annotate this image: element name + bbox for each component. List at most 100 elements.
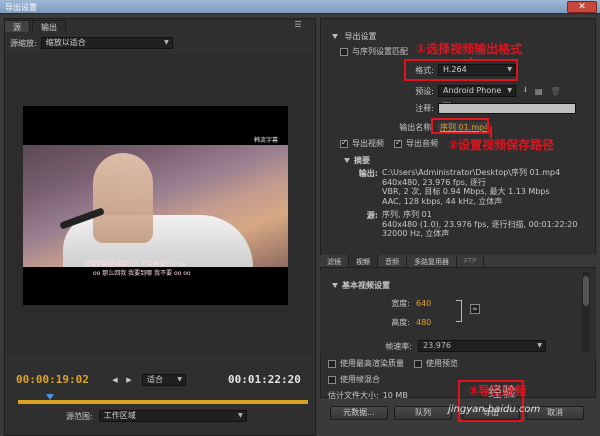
summary-output-line: VBR, 2 次, 目标 0.94 Mbps, 最大 1.13 Mbps (382, 187, 550, 196)
frame-blend-row[interactable]: 使用帧混合 (328, 374, 380, 385)
subtitle-line-1: 我要到哪里得到什么 不会再谈千了 oo (85, 261, 187, 268)
chevron-down-icon: ▼ (177, 376, 182, 383)
file-size-value: 10 MB (382, 391, 408, 400)
framerate-value: 23.976 (423, 341, 451, 350)
preset-label: 预设: (415, 86, 434, 96)
source-scale-label: 源缩放: (10, 38, 37, 48)
source-range-row: 源范围: 工作区域 ▼ (66, 410, 247, 422)
source-range-select[interactable]: 工作区域 ▼ (98, 410, 247, 422)
fit-select[interactable]: 适合 ▼ (142, 374, 186, 386)
height-row: 高度: 480 (384, 317, 431, 328)
baidu-logo: 经验 (488, 385, 516, 401)
settings-tabs: 滤镜 视频 音频 多路复用器 FTP (320, 255, 596, 268)
chevron-down-icon: ▼ (164, 39, 169, 46)
work-area-track[interactable] (18, 400, 308, 404)
tab-multiplexer[interactable]: 多路复用器 (407, 255, 457, 267)
framerate-row: 帧速率: 23.976 ▼ (374, 340, 546, 352)
scrollbar-thumb[interactable] (583, 276, 589, 306)
source-scale-row: 源缩放: 缩放以适合 ▼ (10, 37, 173, 49)
settings-scrollbar[interactable] (582, 272, 590, 352)
summary-output-line: AAC, 128 kbps, 44 kHz, 立体声 (382, 196, 503, 206)
tab-video[interactable]: 视频 (349, 255, 378, 267)
summary-output-line: 640x480, 23.976 fps, 逐行 (382, 177, 487, 187)
match-sequence-checkbox[interactable] (340, 47, 348, 56)
comment-input[interactable] (438, 103, 576, 114)
basic-video-label: 基本视频设置 (342, 281, 390, 290)
width-row: 宽度: 640 (384, 298, 431, 309)
width-label: 宽度: (391, 299, 410, 308)
timeline-controls: 00:00:19:02 ◀ ▶ 适合 ▼ 00:01:22:20 源范围: 工作… (6, 362, 312, 432)
tab-ftp[interactable]: FTP (457, 255, 485, 267)
panel-menu-icon[interactable]: ☰ (292, 20, 304, 31)
export-audio-label: 导出音频 (406, 139, 438, 148)
summary-output: C:\Users\Administrator\Desktop\序列 01.mp4… (382, 168, 560, 206)
metadata-button[interactable]: 元数据... (330, 406, 388, 420)
summary-source-line: 32000 Hz, 立体声 (382, 229, 450, 238)
chevron-down-icon: ▼ (537, 342, 542, 349)
aspect-bracket (456, 300, 462, 322)
preview-tabs: 源 输出 (4, 20, 68, 32)
summary-output-line: C:\Users\Administrator\Desktop\序列 01.mp4 (382, 168, 561, 177)
timecode-current[interactable]: 00:00:19:02 (16, 373, 89, 386)
use-preview-checkbox[interactable] (414, 359, 422, 368)
match-sequence-row[interactable]: 与序列设置匹配 (340, 46, 408, 57)
export-audio-row[interactable]: 导出音频 (394, 138, 438, 149)
subtitle-line-2: oo 那么回我 我要到哪 我不要 oo oo (93, 270, 191, 277)
link-icon[interactable]: ∞ (470, 304, 480, 314)
source-range-label: 源范围: (66, 411, 93, 421)
height-label: 高度: (391, 318, 410, 327)
frame-blend-checkbox[interactable] (328, 375, 336, 384)
format-highlight-box (404, 59, 518, 81)
max-render-row[interactable]: 使用最高渲染质量 (328, 358, 404, 369)
export-video-checkbox[interactable] (340, 138, 348, 148)
playhead-icon[interactable] (46, 394, 54, 400)
video-settings-panel: 基本视频设置 宽度: 640 高度: 480 ∞ 帧速率: 23.976 ▼ (320, 270, 596, 354)
tab-filters[interactable]: 滤镜 (320, 255, 349, 267)
import-preset-icon[interactable]: ▤ (535, 87, 543, 96)
export-audio-checkbox[interactable] (394, 138, 402, 148)
queue-button[interactable]: 队列 (394, 406, 452, 420)
basic-video-header[interactable]: 基本视频设置 (332, 280, 390, 291)
summary-source-line: 序列, 序列 01 (382, 210, 432, 219)
source-scale-value: 缩放以适合 (45, 38, 86, 47)
tab-output[interactable]: 输出 (32, 20, 66, 32)
file-size-label: 估计文件大小: (328, 391, 379, 400)
framerate-select[interactable]: 23.976 ▼ (418, 340, 546, 352)
use-preview-label: 使用预览 (426, 359, 458, 368)
annotation-step1: ①选择视频输出格式 (416, 42, 523, 56)
summary-source-line: 640x480 (1.0), 23.976 fps, 逐行扫描, 00:01:2… (382, 219, 578, 229)
match-sequence-label: 与序列设置匹配 (352, 47, 408, 56)
height-value[interactable]: 480 (416, 318, 431, 327)
mark-out-icon[interactable]: ▶ (124, 376, 134, 386)
video-frame (23, 145, 288, 267)
title-bar: 导出设置 ✕ (0, 0, 600, 14)
comment-row: 注释: (400, 103, 576, 114)
timecode-duration: 00:01:22:20 (228, 373, 301, 386)
preset-row: 预设: Android Phone ... ▼ ⭳ ▤ 🗑 (400, 84, 561, 105)
save-preset-icon[interactable]: ⭳ (524, 84, 527, 98)
summary-source-key: 源: (366, 211, 378, 220)
window-title: 导出设置 (5, 3, 37, 12)
source-scale-select[interactable]: 缩放以适合 ▼ (40, 37, 173, 49)
delete-preset-icon[interactable]: 🗑 (550, 87, 560, 96)
use-preview-row[interactable]: 使用预览 (414, 358, 458, 369)
export-settings-header[interactable]: 导出设置 (332, 31, 377, 42)
summary-source: 序列, 序列 01 640x480 (1.0), 23.976 fps, 逐行扫… (382, 210, 577, 239)
export-video-row[interactable]: 导出视频 (340, 138, 384, 149)
preset-select[interactable]: Android Phone ... ▼ (438, 85, 516, 105)
source-range-value: 工作区域 (103, 411, 136, 420)
output-name-label: 输出名称: (399, 123, 434, 132)
site-watermark: jingyan.baidu.com (448, 404, 541, 415)
tab-source[interactable]: 源 (4, 20, 30, 32)
close-icon[interactable]: ✕ (567, 1, 597, 13)
frame-blend-label: 使用帧混合 (340, 375, 380, 384)
video-watermark: 韩流字幕 (253, 137, 278, 144)
tab-audio[interactable]: 音频 (378, 255, 407, 267)
video-preview: 韩流字幕 我要到哪里得到什么 不会再谈千了 oo oo 那么回我 我要到哪 我不… (23, 106, 288, 305)
performer (93, 153, 153, 243)
chevron-down-icon: ▼ (238, 412, 243, 419)
export-settings-label: 导出设置 (344, 32, 377, 41)
max-render-checkbox[interactable] (328, 359, 336, 368)
width-value[interactable]: 640 (416, 299, 431, 308)
mark-in-icon[interactable]: ◀ (110, 376, 120, 386)
